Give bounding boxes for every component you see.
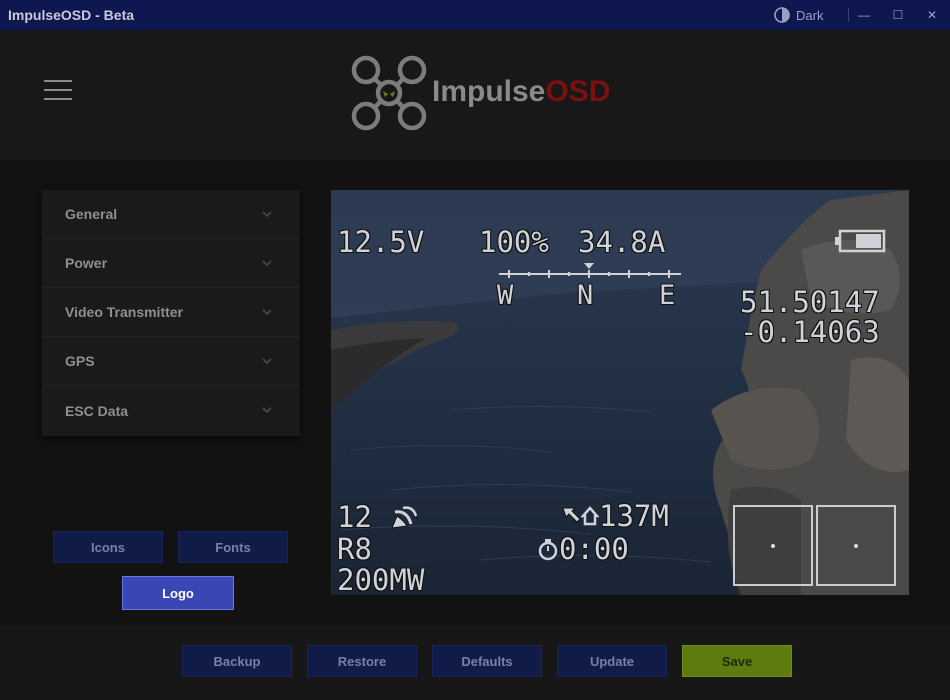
osd-compass-e: E [659,280,676,311]
fonts-button[interactable]: Fonts [178,531,288,563]
accordion-power[interactable]: Power [42,239,300,288]
icons-button[interactable]: Icons [53,531,163,563]
accordion-general[interactable]: General [42,190,300,239]
osd-throttle: 100% [479,225,549,259]
accordion-label: General [65,206,118,222]
stick-position-dot [854,544,858,548]
restore-button[interactable]: Restore [307,645,417,677]
minimize-button[interactable]: — [853,4,875,26]
theme-toggle[interactable]: Dark [774,7,823,23]
osd-voltage: 12.5V [337,225,425,259]
chevron-down-icon [262,211,272,218]
logo-button[interactable]: Logo [122,576,234,610]
defaults-button[interactable]: Defaults [432,645,542,677]
battery-icon [835,229,886,253]
update-button[interactable]: Update [557,645,667,677]
accordion-label: Power [65,255,108,271]
main-area: General Power Video Transmitter GPS ESC … [0,160,950,625]
accordion-label: ESC Data [65,402,129,419]
accordion-label: Video Transmitter [65,304,184,320]
theme-label: Dark [796,7,824,23]
stopwatch-icon [538,539,558,561]
settings-accordion: General Power Video Transmitter GPS ESC … [42,190,300,436]
logo-text: ImpulseOSD [432,75,611,108]
titlebar-divider [848,8,849,22]
osd-flight-timer: 0:00 [537,535,629,564]
osd-current: 34.8A [578,225,666,259]
window-title: ImpulseOSD - Beta [8,7,135,23]
accordion-video-transmitter[interactable]: Video Transmitter [42,288,300,337]
osd-vtx-power: 200MW [337,563,425,595]
chevron-down-icon [262,309,272,316]
menu-icon[interactable] [44,80,72,100]
app-logo: ImpulseOSD [350,54,610,136]
accordion-esc-data[interactable]: ESC Data [42,386,300,435]
close-button[interactable]: ✕ [921,4,943,26]
stick-position-dot [771,544,775,548]
action-footer: Backup Restore Defaults Update Save [0,625,950,700]
osd-longitude: -0.14063 [740,315,880,349]
chevron-down-icon [262,358,272,365]
chevron-down-icon [262,260,272,267]
chevron-down-icon [262,407,272,414]
accordion-gps[interactable]: GPS [42,337,300,386]
theme-icon [774,7,790,23]
satellite-dish-icon [391,506,418,529]
backup-button[interactable]: Backup [182,645,292,677]
osd-compass-w: W [497,280,514,311]
app-header: ImpulseOSD [0,30,950,160]
osd-compass-n: N [577,280,594,311]
maximize-button[interactable]: ☐ [887,4,909,26]
osd-satellites: 12 [337,502,419,532]
save-button[interactable]: Save [682,645,792,677]
osd-stick-box-right [816,505,896,586]
osd-preview: 12.5V 100% 34.8A W N E 51.50147 -0.14063… [331,190,909,595]
accordion-label: GPS [65,353,95,369]
title-bar: ImpulseOSD - Beta Dark — ☐ ✕ [0,0,950,30]
osd-latitude: 51.50147 [740,285,880,319]
osd-home-distance: 137M [561,502,669,531]
home-arrow-icon [562,506,600,526]
osd-rssi: R8 [337,532,372,566]
osd-stick-box-left [733,505,813,586]
drone-icon [351,55,427,131]
